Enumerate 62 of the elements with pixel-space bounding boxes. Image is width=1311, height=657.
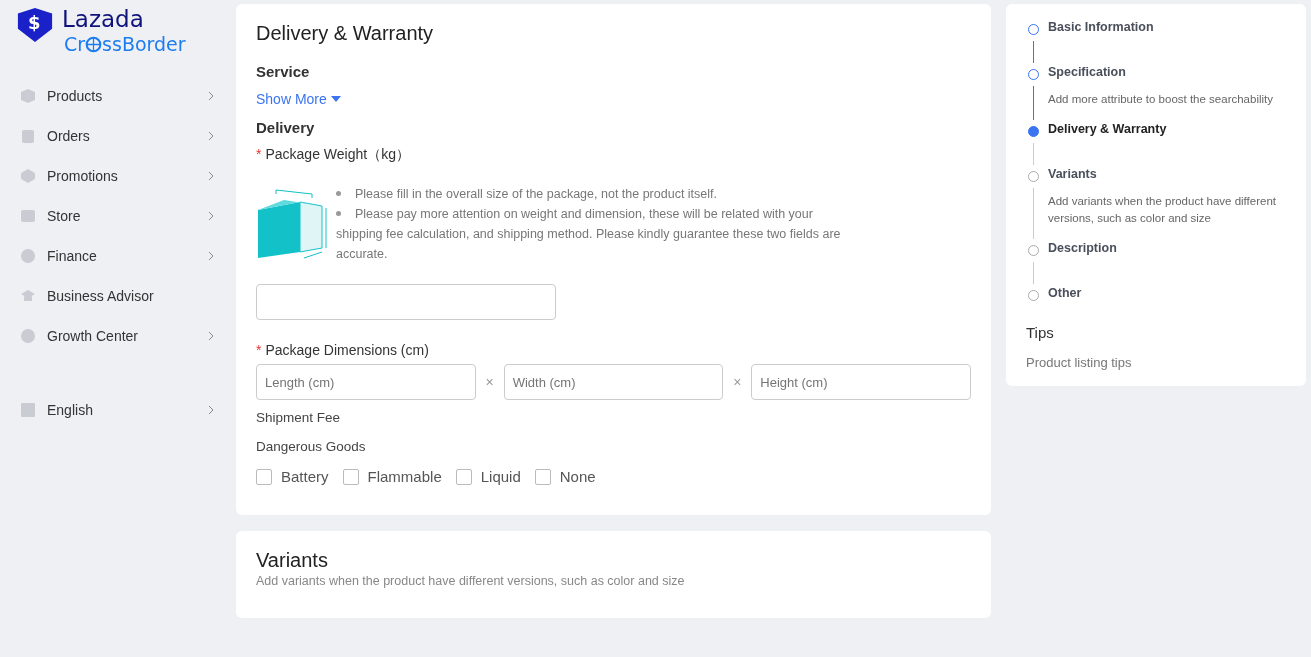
logo-mark: $ <box>28 13 41 33</box>
bullet-icon <box>336 211 341 216</box>
times-sign: × <box>484 374 495 390</box>
shipment-fee-label: Shipment Fee <box>256 410 342 425</box>
tip-text: Please pay more attention on weight and dimension, these will be related with your shipping fee calculation, and shipping method. Please kindly guarantee these two fields are accurate. <box>336 206 842 263</box>
section-title: Variants <box>256 549 329 572</box>
language-selector[interactable]: English <box>0 390 236 430</box>
tips-link[interactable]: Product listing tips <box>1026 355 1286 370</box>
checkbox[interactable] <box>455 468 472 485</box>
chevron-icon <box>208 171 214 181</box>
section-subtitle: Add variants when the product have different versions, such as color and size <box>256 574 686 588</box>
sidebar-item[interactable]: Growth Center <box>0 316 236 356</box>
bullet-icon <box>336 191 341 196</box>
sidebar-item[interactable]: Finance <box>0 236 236 276</box>
sidebar-item[interactable]: Products <box>0 76 236 116</box>
chevron-icon <box>208 91 214 101</box>
dimension-input[interactable]: Length (cm) <box>256 364 476 400</box>
checkbox-label: Flammable <box>367 468 442 485</box>
service-heading: Service <box>256 63 311 80</box>
times-sign: × <box>732 374 743 390</box>
dimension-input[interactable]: Width (cm) <box>503 364 724 400</box>
step-link[interactable]: Variants <box>1048 167 1286 181</box>
logo-text: Cr <box>64 32 86 56</box>
field-label: Package Weight（kg） <box>265 146 410 164</box>
logo-text: ssBorder <box>102 32 186 56</box>
required-mark: * <box>256 146 262 164</box>
checkbox[interactable] <box>256 468 272 485</box>
dangerous-goods-label: Dangerous Goods <box>256 439 367 454</box>
tips-title: Tips <box>1026 324 1055 341</box>
step-link[interactable]: Specification <box>1048 65 1286 79</box>
step-link[interactable]: Other <box>1048 286 1286 300</box>
checkbox[interactable] <box>534 468 551 485</box>
checkbox[interactable] <box>342 468 359 485</box>
checkbox-label: Battery <box>281 468 329 485</box>
step-link[interactable]: Basic Information <box>1048 20 1286 34</box>
step-link[interactable]: Description <box>1048 241 1286 255</box>
chevron-icon <box>208 131 214 141</box>
step-description: Add more attribute to boost the searchability <box>1048 92 1274 107</box>
brand-name: Lazada <box>62 6 145 32</box>
required-mark: * <box>256 342 262 358</box>
caret-icon <box>330 96 341 102</box>
show-more-link[interactable]: Show More <box>256 91 341 107</box>
step-link[interactable]: Delivery & Warranty <box>1048 122 1286 136</box>
section-title: Delivery & Warranty <box>256 22 435 45</box>
delivery-heading: Delivery <box>256 119 316 136</box>
sidebar-item[interactable]: Business Advisor <box>0 276 236 316</box>
dimension-input[interactable]: Height (cm) <box>751 364 971 400</box>
chevron-icon <box>208 405 214 415</box>
step-description: Add variants when the product have different versions, such as color and size <box>1048 194 1278 226</box>
field-label: Package Dimensions (cm) <box>265 342 429 358</box>
weight-input[interactable] <box>256 284 556 320</box>
cap-icon <box>20 288 36 304</box>
sidebar-item[interactable]: Orders <box>0 116 236 156</box>
checkbox-label: Liquid <box>480 468 521 485</box>
sidebar-item[interactable]: Store <box>0 196 236 236</box>
chevron-icon <box>208 211 214 221</box>
chevron-icon <box>208 331 214 341</box>
chevron-icon <box>208 251 214 261</box>
checkbox-label: None <box>559 468 596 485</box>
globe-icon <box>85 35 103 53</box>
sidebar-item[interactable]: Promotions <box>0 156 236 196</box>
tip-text: Please fill in the overall size of the package, not the product itself. <box>336 184 846 204</box>
